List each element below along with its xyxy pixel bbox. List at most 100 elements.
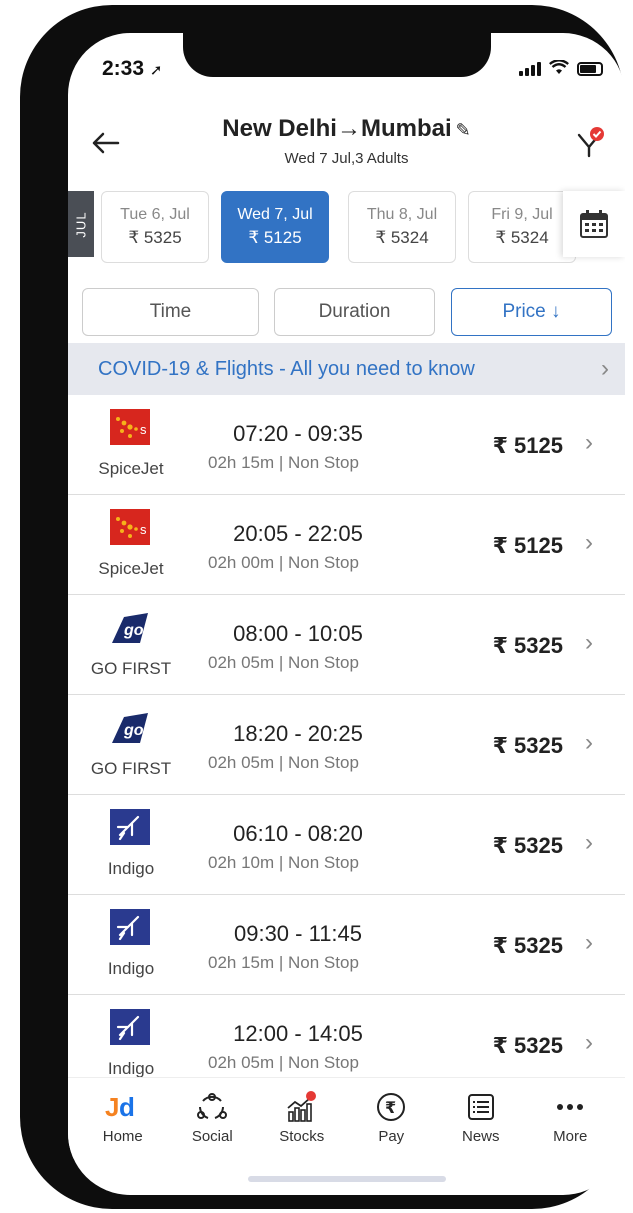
- svg-text:d: d: [119, 1092, 135, 1122]
- flight-times: 06:10 - 08:20: [233, 821, 363, 846]
- flight-row[interactable]: Indigo 09:30 - 11:45 02h 15m | Non Stop …: [68, 895, 625, 995]
- calendar-icon: [580, 210, 608, 238]
- flight-duration: 02h 05m | Non Stop: [208, 753, 359, 772]
- banner-text: COVID-19 & Flights - All you need to kno…: [98, 357, 475, 380]
- filter-icon[interactable]: [571, 125, 607, 159]
- date-card-tue-6[interactable]: Tue 6, Jul ₹ 5325: [101, 191, 209, 263]
- nav-label: More: [553, 1128, 588, 1145]
- screen: 2:33 ➚ New Delhi→Mumbai ✎ Wed 7 Jul,3 Adu…: [68, 33, 625, 1195]
- chevron-right-icon: ›: [585, 529, 593, 556]
- sort-tab-time[interactable]: Time: [82, 288, 259, 336]
- airline-name: Indigo: [107, 1059, 155, 1078]
- indigo-logo-icon: [110, 1009, 150, 1045]
- flight-duration: 02h 15m | Non Stop: [208, 453, 359, 472]
- month-tab: JUL: [68, 191, 94, 257]
- stocks-icon: [283, 1090, 321, 1124]
- calendar-button[interactable]: [563, 191, 625, 257]
- nav-label: Social: [191, 1128, 233, 1145]
- route-title: New Delhi→Mumbai ✎: [68, 115, 625, 143]
- flight-times: 18:20 - 20:25: [233, 721, 363, 746]
- gofirst-logo-icon: go: [110, 609, 150, 645]
- flight-times: 12:00 - 14:05: [233, 1021, 363, 1046]
- flight-row[interactable]: s SpiceJet 20:05 - 22:05 02h 00m | Non S…: [68, 495, 625, 595]
- edit-pencil-icon[interactable]: ✎: [456, 120, 471, 140]
- flight-price: ₹ 5325: [492, 833, 563, 858]
- airline-name: Indigo: [107, 859, 155, 878]
- status-icons: [519, 59, 603, 78]
- flight-times: 20:05 - 22:05: [233, 521, 363, 546]
- airline-name: Indigo: [107, 959, 155, 978]
- nav-stocks[interactable]: Stocks: [262, 1078, 342, 1159]
- flight-times: 08:00 - 10:05: [233, 621, 363, 646]
- flight-times: 07:20 - 09:35: [233, 421, 363, 446]
- date-card-fri-9[interactable]: Fri 9, Jul ₹ 5324: [468, 191, 576, 263]
- gofirst-logo-icon: go: [110, 709, 150, 745]
- notch: [183, 33, 491, 77]
- date-label: Tue 6, Jul: [120, 206, 190, 223]
- nav-social[interactable]: Social: [172, 1078, 252, 1159]
- flight-list: s SpiceJet 07:20 - 09:35 02h 15m | Non S…: [68, 395, 625, 1095]
- home-indicator[interactable]: [248, 1176, 446, 1182]
- svg-text:J: J: [105, 1092, 119, 1122]
- origin-city: New Delhi: [222, 115, 337, 142]
- flight-row[interactable]: go GO FIRST 08:00 - 10:05 02h 05m | Non …: [68, 595, 625, 695]
- news-icon: [465, 1090, 497, 1124]
- flight-duration: 02h 00m | Non Stop: [208, 553, 359, 572]
- covid-info-banner[interactable]: COVID-19 & Flights - All you need to kno…: [68, 343, 625, 395]
- destination-city: Mumbai: [360, 115, 452, 142]
- signal-icon: [519, 62, 541, 76]
- svg-text:go: go: [123, 722, 144, 739]
- chevron-right-icon: ›: [585, 1029, 593, 1056]
- nav-more[interactable]: More: [530, 1078, 610, 1159]
- nav-pay[interactable]: ₹ Pay: [351, 1078, 431, 1159]
- svg-text:₹: ₹: [385, 1098, 396, 1117]
- nav-label: Stocks: [279, 1128, 325, 1145]
- flight-price: ₹ 5325: [492, 933, 563, 958]
- flight-times: 09:30 - 11:45: [233, 921, 363, 946]
- indigo-logo-icon: [110, 809, 150, 845]
- chevron-right-icon: ›: [585, 629, 593, 656]
- flight-duration: 02h 05m | Non Stop: [208, 653, 359, 672]
- more-dots-icon: [555, 1090, 585, 1124]
- chevron-right-icon: ›: [601, 355, 609, 382]
- trip-subtitle: Wed 7 Jul,3 Adults: [284, 150, 409, 167]
- sort-tab-price[interactable]: Price ↓: [451, 288, 612, 336]
- flight-duration: 02h 15m | Non Stop: [208, 953, 359, 972]
- airline-name: GO FIRST: [90, 659, 172, 678]
- nav-label: Home: [102, 1128, 143, 1145]
- flight-duration: 02h 05m | Non Stop: [208, 1053, 359, 1072]
- date-label: Thu 8, Jul: [366, 206, 438, 223]
- flight-row[interactable]: go GO FIRST 18:20 - 20:25 02h 05m | Non …: [68, 695, 625, 795]
- sort-tab-duration[interactable]: Duration: [274, 288, 435, 336]
- date-price: ₹ 5325: [128, 228, 182, 247]
- flight-duration: 02h 10m | Non Stop: [208, 853, 359, 872]
- date-price: ₹ 5324: [495, 228, 549, 247]
- flight-price: ₹ 5125: [492, 433, 563, 458]
- chevron-right-icon: ›: [585, 429, 593, 456]
- social-icon: [195, 1090, 229, 1124]
- nav-home[interactable]: Jd Home: [83, 1078, 163, 1159]
- nav-label: News: [461, 1128, 500, 1145]
- airline-name: SpiceJet: [98, 559, 164, 578]
- flight-price: ₹ 5325: [492, 633, 563, 658]
- chevron-right-icon: ›: [585, 829, 593, 856]
- flight-price: ₹ 5325: [492, 1033, 563, 1058]
- wifi-icon: [549, 59, 569, 78]
- date-card-thu-8[interactable]: Thu 8, Jul ₹ 5324: [348, 191, 456, 263]
- date-label: Wed 7, Jul: [237, 206, 313, 223]
- airline-name: SpiceJet: [98, 459, 164, 478]
- jd-logo-icon: Jd: [105, 1090, 141, 1124]
- phone-frame: 2:33 ➚ New Delhi→Mumbai ✎ Wed 7 Jul,3 Adu…: [20, 5, 625, 1209]
- route-arrow: →: [336, 115, 361, 142]
- date-price: ₹ 5324: [375, 228, 429, 247]
- flight-price: ₹ 5125: [492, 533, 563, 558]
- date-card-wed-7[interactable]: Wed 7, Jul ₹ 5125: [221, 191, 329, 263]
- flight-row[interactable]: Indigo 06:10 - 08:20 02h 10m | Non Stop …: [68, 795, 625, 895]
- nav-news[interactable]: News: [441, 1078, 521, 1159]
- flight-price: ₹ 5325: [492, 733, 563, 758]
- chevron-right-icon: ›: [585, 929, 593, 956]
- flight-row[interactable]: s SpiceJet 07:20 - 09:35 02h 15m | Non S…: [68, 395, 625, 495]
- date-label: Fri 9, Jul: [491, 206, 553, 223]
- nav-label: Pay: [378, 1128, 405, 1145]
- date-price: ₹ 5125: [248, 228, 302, 247]
